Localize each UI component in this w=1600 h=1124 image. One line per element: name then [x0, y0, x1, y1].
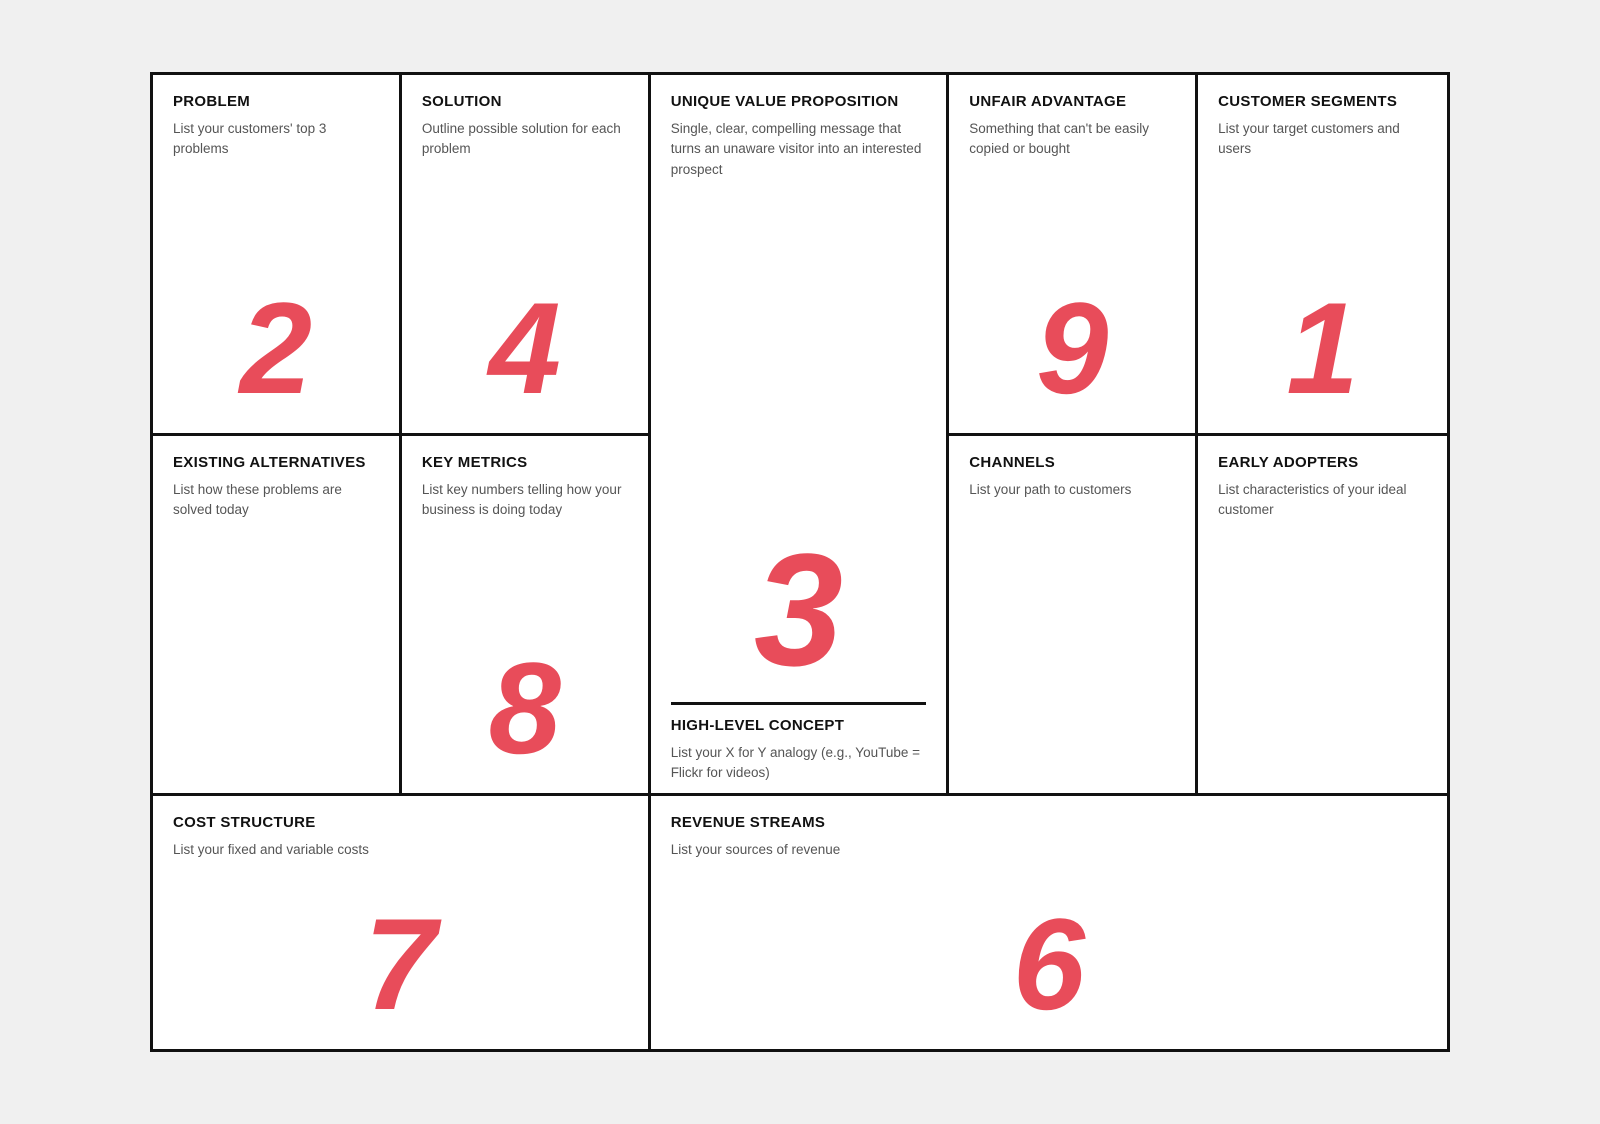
- unfair-cell: UNFAIR ADVANTAGE Something that can't be…: [949, 75, 1198, 436]
- existing-desc: List how these problems are solved today: [173, 480, 379, 784]
- unfair-title: UNFAIR ADVANTAGE: [969, 93, 1175, 111]
- solution-title: SOLUTION: [422, 93, 628, 111]
- channels-desc: List your path to customers: [969, 480, 1175, 784]
- earlyadopters-desc: List characteristics of your ideal custo…: [1218, 480, 1427, 784]
- channels-cell: CHANNELS List your path to customers: [949, 436, 1198, 797]
- cost-cell: COST STRUCTURE List your fixed and varia…: [153, 796, 651, 1049]
- existing-title: EXISTING ALTERNATIVES: [173, 454, 379, 472]
- highlevel-desc: List your X for Y analogy (e.g., YouTube…: [671, 743, 927, 784]
- uvp-cell: UNIQUE VALUE PROPOSITION Single, clear, …: [651, 75, 950, 796]
- customer-number: 1: [1218, 283, 1427, 423]
- revenue-cell: REVENUE STREAMS List your sources of rev…: [651, 796, 1447, 1049]
- revenue-title: REVENUE STREAMS: [671, 814, 1427, 832]
- revenue-number: 6: [671, 899, 1427, 1039]
- unfair-desc: Something that can't be easily copied or…: [969, 119, 1175, 283]
- uvp-number: 3: [671, 538, 927, 692]
- existing-cell: EXISTING ALTERNATIVES List how these pro…: [153, 436, 402, 797]
- earlyadopters-cell: EARLY ADOPTERS List characteristics of y…: [1198, 436, 1447, 797]
- channels-title: CHANNELS: [969, 454, 1175, 472]
- highlevel-sub-section: HIGH-LEVEL CONCEPT List your X for Y ana…: [671, 702, 927, 784]
- uvp-desc: Single, clear, compelling message that t…: [671, 119, 927, 538]
- solution-number: 4: [422, 283, 628, 423]
- customer-cell: CUSTOMER SEGMENTS List your target custo…: [1198, 75, 1447, 436]
- problem-cell: PROBLEM List your customers' top 3 probl…: [153, 75, 402, 436]
- earlyadopters-title: EARLY ADOPTERS: [1218, 454, 1427, 472]
- solution-cell: SOLUTION Outline possible solution for e…: [402, 75, 651, 436]
- problem-title: PROBLEM: [173, 93, 379, 111]
- keymetrics-number: 8: [422, 643, 628, 783]
- highlevel-title: HIGH-LEVEL CONCEPT: [671, 717, 927, 735]
- lean-canvas: PROBLEM List your customers' top 3 probl…: [150, 72, 1450, 1052]
- uvp-title: UNIQUE VALUE PROPOSITION: [671, 93, 927, 111]
- keymetrics-title: KEY METRICS: [422, 454, 628, 472]
- cost-title: COST STRUCTURE: [173, 814, 628, 832]
- cost-number: 7: [173, 899, 628, 1039]
- problem-number: 2: [173, 283, 379, 423]
- keymetrics-cell: KEY METRICS List key numbers telling how…: [402, 436, 651, 797]
- customer-title: CUSTOMER SEGMENTS: [1218, 93, 1427, 111]
- customer-desc: List your target customers and users: [1218, 119, 1427, 283]
- unfair-number: 9: [969, 283, 1175, 423]
- problem-desc: List your customers' top 3 problems: [173, 119, 379, 283]
- solution-desc: Outline possible solution for each probl…: [422, 119, 628, 283]
- keymetrics-desc: List key numbers telling how your busine…: [422, 480, 628, 644]
